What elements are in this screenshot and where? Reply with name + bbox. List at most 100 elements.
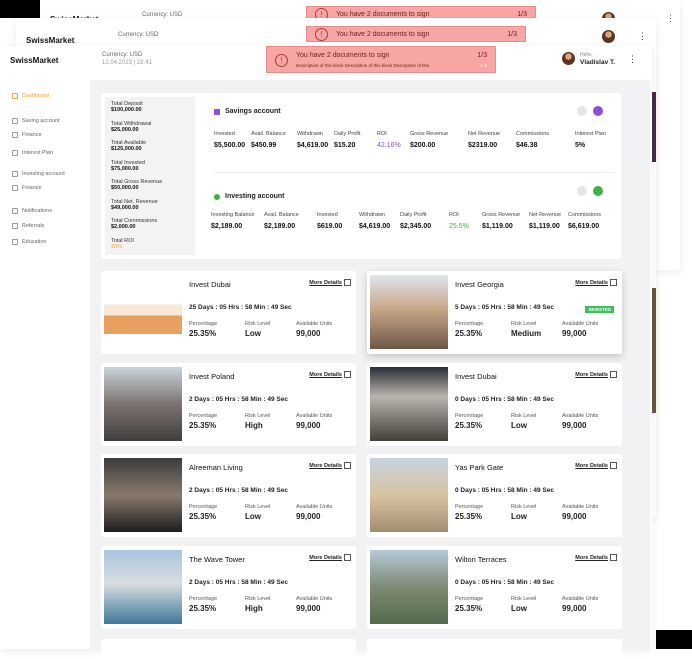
more-details-link[interactable]: More Details: [575, 280, 608, 286]
sidebar-item-4[interactable]: Investing account: [12, 171, 65, 177]
more-details-link[interactable]: More Details: [309, 463, 342, 469]
sidebar-item-1[interactable]: Saving account: [12, 118, 60, 124]
external-link-icon[interactable]: [344, 462, 351, 469]
col-value: $2,345.00: [400, 223, 432, 230]
total-row: Total Deposit $100,000.00: [111, 101, 143, 113]
investing-col: ROI 25.5%: [449, 212, 469, 230]
col-label: ROI: [377, 131, 387, 137]
property-image: [104, 367, 182, 441]
external-link-icon[interactable]: [610, 554, 617, 561]
investing-col: Gross Revenue $1,119.00: [482, 212, 520, 230]
more-menu-icon[interactable]: ⋮: [628, 55, 637, 64]
banner-counter-back1: 1/3: [517, 11, 527, 18]
col-label: ROI: [449, 212, 459, 218]
col-label: Invested: [317, 212, 338, 218]
investment-card[interactable]: Invest Georgia More Details 5 Days : 05 Hr…: [367, 271, 622, 354]
total-row: Total Gross Revenue $50,000.00: [111, 179, 162, 191]
property-image: [370, 367, 448, 441]
investment-card[interactable]: Alreeman Living More Details 2 Days : 05 H…: [101, 454, 356, 537]
external-link-icon[interactable]: [610, 371, 617, 378]
external-link-icon[interactable]: [344, 371, 351, 378]
stat-label: Risk Level: [511, 321, 537, 327]
external-link-icon[interactable]: [344, 554, 351, 561]
external-link-icon[interactable]: [344, 279, 351, 286]
menu-dots-back2[interactable]: ⋮: [638, 32, 647, 41]
total-row: Total Net. Revenue $49,000.00: [111, 199, 158, 211]
savings-col: Daily Profit $15.20: [334, 131, 361, 149]
card-stat-percentage: Percentage 25.35%: [189, 504, 217, 521]
investment-card[interactable]: Invest Poland More Details 2 Days : 05 Hrs…: [101, 363, 356, 446]
refresh-icon[interactable]: [577, 186, 587, 196]
avatar[interactable]: [562, 52, 575, 65]
col-label: Avail. Balance: [251, 131, 286, 137]
col-value: $5,500.00: [214, 142, 246, 149]
banner-text-back1: You have 2 documents to sign: [336, 11, 430, 18]
stat-value: Medium: [511, 329, 542, 338]
col-label: Commissions: [568, 212, 602, 218]
stat-value: 99,000: [296, 421, 321, 430]
external-link-icon[interactable]: [610, 279, 617, 286]
investment-card-partial[interactable]: [367, 639, 622, 659]
sidebar-item-7[interactable]: Referrals: [12, 223, 44, 229]
card-stat-units: Available Units 99,000: [562, 413, 598, 430]
savings-title: Savings account: [214, 108, 281, 115]
col-label: Gross Revenue: [482, 212, 521, 218]
transfer-icon-purple[interactable]: [593, 106, 603, 116]
countdown-timer: 2 Days : 05 Hrs : 58 Min : 49 Sec: [189, 396, 288, 403]
countdown-timer: 2 Days : 05 Hrs : 58 Min : 49 Sec: [189, 579, 288, 586]
total-row: Total Commissions $2,000.00: [111, 218, 157, 230]
stat-value: 99,000: [562, 421, 587, 430]
sidebar-item-0[interactable]: Dashboard: [12, 93, 49, 99]
documents-banner[interactable]: ! You have 2 documents to sign 1/3 Descri…: [266, 46, 496, 73]
investment-card[interactable]: Wilton Terraces More Details 0 Days : 05 H…: [367, 546, 622, 629]
sidebar-item-8[interactable]: Education: [12, 239, 46, 245]
black-corner-bottom: [656, 630, 692, 649]
stat-label: Percentage: [189, 413, 218, 419]
stat-label: Percentage: [455, 504, 484, 510]
finance-icon: [12, 132, 18, 138]
sidebar-item-5[interactable]: Finance: [12, 185, 42, 191]
total-value: $50,000.00: [111, 185, 139, 191]
sidebar-item-3[interactable]: Interest Plan: [12, 150, 53, 156]
sidebar-item-6[interactable]: Notifications: [12, 208, 52, 214]
card-stat-percentage: Percentage 25.35%: [455, 596, 483, 613]
black-corner: [0, 0, 40, 18]
total-value: $49,000.00: [111, 204, 139, 211]
sidebar-item-label: Investing account: [22, 171, 65, 177]
investment-card[interactable]: Invest Dubai More Details 0 Days : 05 Hrs …: [367, 363, 622, 446]
more-details-link[interactable]: More Details: [575, 555, 608, 561]
education-icon: [12, 239, 18, 245]
sidebar-item-2[interactable]: Finance: [12, 132, 42, 138]
more-details-link[interactable]: More Details: [575, 372, 608, 378]
card-stat-risk: Risk Level Low: [511, 596, 536, 613]
brand-logo-back2: SwissMarket: [26, 36, 75, 45]
total-label: Total Net. Revenue: [111, 198, 158, 205]
totals-panel: Total Deposit $100,000.00 Total Withdrawal…: [105, 97, 195, 255]
sidebar-item-label: Referrals: [22, 223, 45, 229]
menu-dots-back1[interactable]: ⋮: [666, 14, 675, 23]
investment-card[interactable]: Invest Dubai More Details 25 Days : 05 Hrs…: [101, 271, 356, 354]
banner-pager-icon[interactable]: ● ●: [480, 63, 487, 68]
summary-panel: Total Deposit $100,000.00 Total Withdrawal…: [101, 93, 621, 259]
refresh-icon[interactable]: [577, 106, 587, 116]
investment-card[interactable]: Yas Park Gate More Details 0 Days : 05 Hrs…: [367, 454, 622, 537]
savings-square-icon: [214, 108, 220, 115]
card-stat-risk: Risk Level Low: [245, 504, 270, 521]
stat-value: 99,000: [296, 512, 321, 521]
countdown-timer: 5 Days : 05 Hrs : 58 Min : 49 Sec: [455, 304, 554, 311]
more-details-link[interactable]: More Details: [309, 372, 342, 378]
more-details-link[interactable]: More Details: [575, 463, 608, 469]
total-label: Total Withdrawal: [111, 120, 152, 127]
investment-card-partial[interactable]: [101, 639, 356, 659]
external-link-icon[interactable]: [610, 462, 617, 469]
card-stat-risk: Risk Level High: [245, 596, 270, 613]
col-value: $2319.00: [468, 142, 498, 149]
more-details-link[interactable]: More Details: [309, 555, 342, 561]
total-value: $25,000.00: [111, 126, 139, 133]
referral-icon: [12, 223, 18, 229]
transfer-icon-green[interactable]: [593, 186, 603, 196]
stat-value: High: [245, 421, 263, 430]
sidebar-item-label: Dashboard: [22, 93, 49, 99]
investment-card[interactable]: The Wave Tower More Details 2 Days : 05 Hr…: [101, 546, 356, 629]
more-details-link[interactable]: More Details: [309, 280, 342, 286]
